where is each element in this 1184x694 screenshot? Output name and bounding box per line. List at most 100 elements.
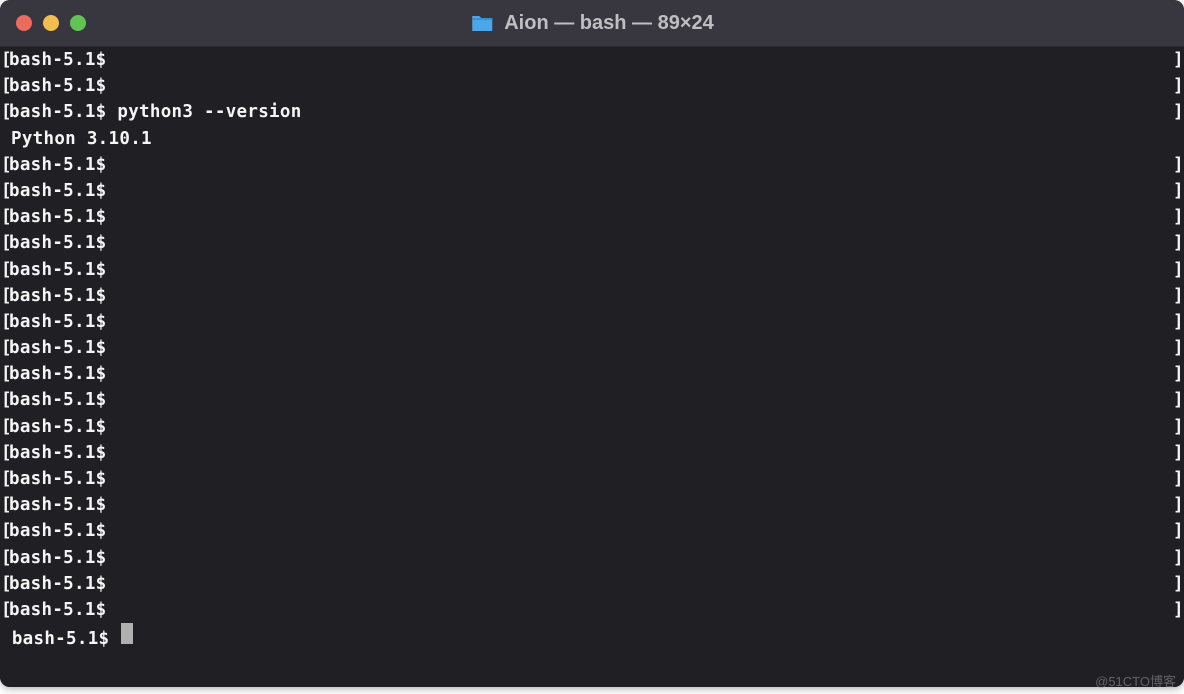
- left-bracket: [: [1, 492, 9, 518]
- right-bracket: ]: [1173, 204, 1183, 230]
- left-bracket: [: [1, 518, 9, 544]
- minimize-button[interactable]: [43, 15, 59, 31]
- right-bracket: ]: [1173, 335, 1183, 361]
- right-bracket: ]: [1173, 545, 1183, 571]
- left-bracket: [: [1, 47, 9, 73]
- right-bracket: ]: [1173, 597, 1183, 623]
- prompt: bash-5.1$: [9, 387, 107, 413]
- right-bracket: ]: [1173, 99, 1183, 125]
- right-bracket: ]: [1173, 230, 1183, 256]
- right-bracket: ]: [1173, 571, 1183, 597]
- right-bracket: ]: [1173, 178, 1183, 204]
- right-bracket: ]: [1173, 414, 1183, 440]
- right-bracket: ]: [1173, 283, 1183, 309]
- prompt: bash-5.1$: [9, 414, 107, 440]
- prompt: bash-5.1$: [9, 492, 107, 518]
- terminal-line: [bash-5.1$]: [1, 257, 1183, 283]
- right-bracket: ]: [1173, 440, 1183, 466]
- prompt: bash-5.1$: [9, 152, 107, 178]
- right-bracket: ]: [1173, 466, 1183, 492]
- prompt: bash-5.1$: [9, 257, 107, 283]
- terminal-line: [bash-5.1$]: [1, 309, 1183, 335]
- left-bracket: [: [1, 152, 9, 178]
- right-bracket: ]: [1173, 492, 1183, 518]
- left-bracket: [: [1, 230, 9, 256]
- prompt: bash-5.1$: [9, 230, 107, 256]
- terminal-line: [bash-5.1$]: [1, 47, 1183, 73]
- prompt: bash-5.1$: [9, 47, 107, 73]
- left-bracket: [: [1, 283, 9, 309]
- right-bracket: ]: [1173, 361, 1183, 387]
- terminal-line: [bash-5.1$]: [1, 73, 1183, 99]
- left-bracket: [: [1, 466, 9, 492]
- cursor: [121, 623, 133, 644]
- prompt: bash-5.1$: [9, 178, 107, 204]
- terminal-window: Aion — bash — 89×24 [bash-5.1$][bash-5.1…: [0, 0, 1184, 687]
- terminal-line: [bash-5.1$ python3 --version]: [1, 99, 1183, 125]
- terminal-line: [bash-5.1$]: [1, 545, 1183, 571]
- window-title: Aion — bash — 89×24: [470, 12, 714, 35]
- prompt: bash-5.1$: [9, 545, 107, 571]
- terminal-line: [bash-5.1$]: [1, 335, 1183, 361]
- terminal-body[interactable]: [bash-5.1$][bash-5.1$][bash-5.1$ python3…: [0, 47, 1184, 687]
- maximize-button[interactable]: [70, 15, 86, 31]
- prompt: bash-5.1$: [9, 518, 107, 544]
- left-bracket: [: [1, 597, 9, 623]
- right-bracket: ]: [1173, 73, 1183, 99]
- left-bracket: [: [1, 414, 9, 440]
- terminal-output: Python 3.10.1: [1, 126, 152, 152]
- window-title-text: Aion — bash — 89×24: [504, 12, 714, 35]
- left-bracket: [: [1, 440, 9, 466]
- terminal-line: [bash-5.1$]: [1, 571, 1183, 597]
- left-bracket: [: [1, 335, 9, 361]
- right-bracket: ]: [1173, 387, 1183, 413]
- prompt: bash-5.1$: [9, 571, 107, 597]
- terminal-line: [bash-5.1$]: [1, 466, 1183, 492]
- terminal-line: [bash-5.1$]: [1, 204, 1183, 230]
- terminal-line: [bash-5.1$]: [1, 492, 1183, 518]
- left-bracket: [: [1, 571, 9, 597]
- terminal-line: [bash-5.1$]: [1, 361, 1183, 387]
- prompt: bash-5.1$: [9, 204, 107, 230]
- terminal-line: [bash-5.1$]: [1, 283, 1183, 309]
- prompt: bash-5.1$: [9, 597, 107, 623]
- right-bracket: ]: [1173, 152, 1183, 178]
- prompt: bash-5.1$: [9, 440, 107, 466]
- terminal-line: [bash-5.1$]: [1, 518, 1183, 544]
- terminal-line: bash-5.1$: [1, 623, 1183, 649]
- left-bracket: [: [1, 309, 9, 335]
- traffic-lights: [16, 15, 86, 31]
- terminal-line: [bash-5.1$]: [1, 152, 1183, 178]
- left-bracket: [: [1, 99, 9, 125]
- left-bracket: [: [1, 361, 9, 387]
- terminal-line: [bash-5.1$]: [1, 440, 1183, 466]
- right-bracket: ]: [1173, 518, 1183, 544]
- left-bracket: [: [1, 204, 9, 230]
- prompt: bash-5.1$: [12, 626, 120, 652]
- terminal-line: [bash-5.1$]: [1, 414, 1183, 440]
- terminal-line: [bash-5.1$]: [1, 597, 1183, 623]
- prompt: bash-5.1$: [9, 73, 107, 99]
- left-bracket: [: [1, 387, 9, 413]
- titlebar[interactable]: Aion — bash — 89×24: [0, 0, 1184, 47]
- terminal-line: Python 3.10.1: [1, 126, 1183, 152]
- prompt: bash-5.1$: [9, 335, 107, 361]
- left-bracket: [: [1, 257, 9, 283]
- terminal-line: [bash-5.1$]: [1, 230, 1183, 256]
- prompt: bash-5.1$: [9, 466, 107, 492]
- space: [1, 626, 12, 652]
- folder-icon: [470, 13, 494, 33]
- terminal-line: [bash-5.1$]: [1, 387, 1183, 413]
- left-bracket: [: [1, 545, 9, 571]
- right-bracket: ]: [1173, 47, 1183, 73]
- close-button[interactable]: [16, 15, 32, 31]
- right-bracket: ]: [1173, 257, 1183, 283]
- prompt: bash-5.1$: [9, 283, 107, 309]
- left-bracket: [: [1, 73, 9, 99]
- prompt: bash-5.1$: [9, 361, 107, 387]
- terminal-line: [bash-5.1$]: [1, 178, 1183, 204]
- prompt: bash-5.1$ python3 --version: [9, 99, 302, 125]
- left-bracket: [: [1, 178, 9, 204]
- prompt: bash-5.1$: [9, 309, 107, 335]
- right-bracket: ]: [1173, 309, 1183, 335]
